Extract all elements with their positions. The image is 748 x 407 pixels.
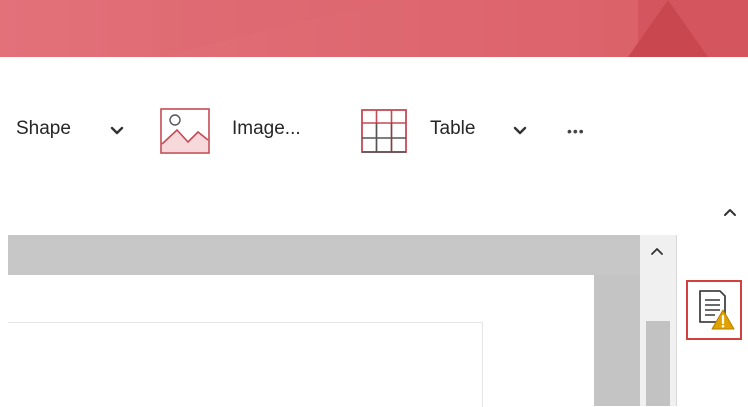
page-gutter	[594, 275, 640, 406]
image-label: Image...	[232, 118, 301, 139]
more-icon[interactable]: •••	[567, 123, 585, 139]
chevron-up-icon[interactable]	[650, 246, 664, 256]
title-bar-facet	[628, 0, 708, 57]
text-area-margin	[8, 322, 483, 407]
table-button[interactable]: Table	[430, 118, 475, 140]
chevron-down-icon[interactable]	[110, 126, 124, 136]
image-icon[interactable]	[160, 108, 210, 154]
title-bar-facet	[160, 0, 390, 57]
shape-label: Shape	[16, 118, 71, 139]
table-icon[interactable]	[361, 109, 407, 153]
image-button[interactable]: Image...	[232, 118, 301, 140]
chevron-up-icon[interactable]	[722, 206, 738, 218]
scrollbar-thumb[interactable]	[646, 321, 670, 406]
shape-button[interactable]: Shape	[16, 118, 71, 140]
table-label: Table	[430, 118, 476, 139]
chevron-down-icon[interactable]	[513, 126, 527, 136]
accessibility-checker-warning-icon	[699, 290, 735, 330]
title-bar	[0, 0, 748, 57]
accessibility-checker-button[interactable]	[686, 280, 742, 340]
